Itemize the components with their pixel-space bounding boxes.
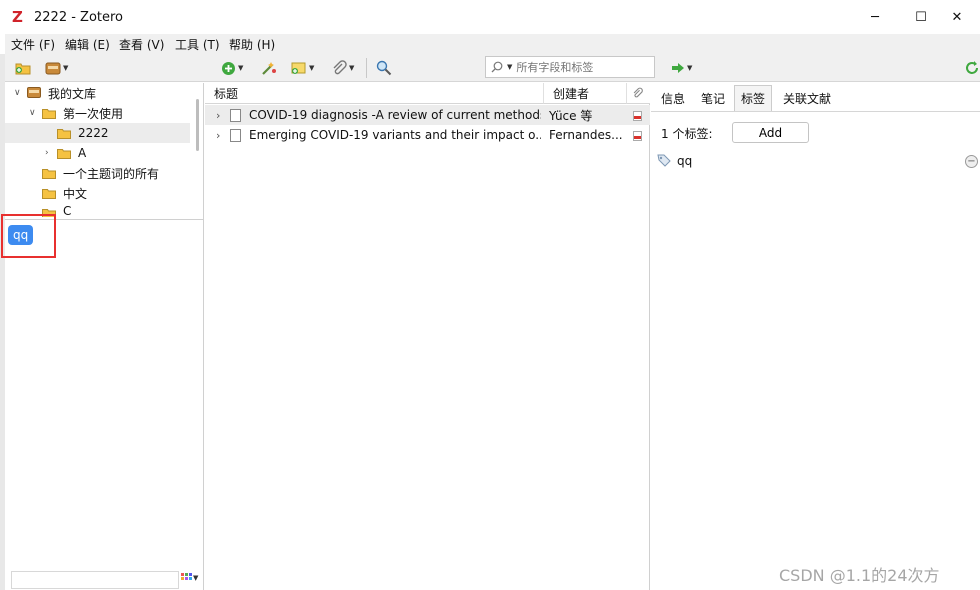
menu-view[interactable]: 查看 (V) xyxy=(119,36,164,53)
locate-button[interactable]: ▼ xyxy=(671,59,692,77)
item-creator: Yüce 等 xyxy=(549,108,593,123)
attachment-icon xyxy=(633,87,643,98)
menu-bar: 文件 (F) 编辑 (E) 查看 (V) 工具 (T) 帮助 (H) xyxy=(5,34,980,54)
tab-notes[interactable]: 笔记 xyxy=(694,85,732,111)
chevron-down-icon: ▼ xyxy=(687,64,693,72)
collection-label: 第一次使用 xyxy=(63,106,124,121)
locate-arrow-icon xyxy=(672,63,684,73)
search-mode-chevron-icon[interactable]: ▼ xyxy=(507,63,512,71)
tag-selector: qq xyxy=(5,219,204,569)
tag-colors-icon xyxy=(181,573,192,580)
new-collection-button[interactable] xyxy=(15,59,31,77)
new-item-button[interactable]: ▼ xyxy=(221,59,243,77)
collection-topic-all[interactable]: 一个主题词的所有 xyxy=(5,163,190,183)
collections-pane: ∨ 我的文库 ∨ 第一次使用 2222 › A 一个主题词的所有 中文 C qq… xyxy=(5,83,204,590)
library-icon xyxy=(27,87,41,98)
document-icon xyxy=(230,109,241,122)
chevron-right-icon[interactable]: › xyxy=(216,109,220,122)
zotero-logo-icon: Z xyxy=(12,8,23,26)
new-item-icon xyxy=(222,61,235,75)
chevron-down-icon: ▼ xyxy=(349,64,355,72)
new-library-button[interactable]: ▼ xyxy=(45,59,68,77)
folder-icon xyxy=(42,169,56,179)
watermark: CSDN @1.1的24次方 xyxy=(779,566,940,585)
item-title: COVID-19 diagnosis -A review of current … xyxy=(249,108,541,122)
tag-actions-button[interactable]: ▼ xyxy=(181,573,198,583)
tab-related[interactable]: 关联文献 xyxy=(776,85,838,111)
advanced-search-button[interactable] xyxy=(376,59,392,77)
chevron-down-icon: ▼ xyxy=(193,574,199,582)
attachment-button[interactable]: ▼ xyxy=(331,59,354,77)
search-icon xyxy=(491,61,503,73)
close-button[interactable]: ✕ xyxy=(934,0,980,34)
tab-info[interactable]: 信息 xyxy=(654,85,692,111)
new-note-button[interactable]: ▼ xyxy=(291,59,314,77)
tag-count-label: 1 个标签: xyxy=(661,127,713,141)
add-by-identifier-icon xyxy=(262,62,276,75)
collection-my-library[interactable]: ∨ 我的文库 xyxy=(5,83,190,103)
chevron-down-icon[interactable]: ∨ xyxy=(14,88,21,98)
collection-label: 2222 xyxy=(78,126,109,140)
search-field[interactable]: ▼ xyxy=(485,56,655,78)
menu-tools[interactable]: 工具 (T) xyxy=(175,36,220,53)
toolbar-divider xyxy=(366,58,367,78)
chevron-down-icon: ▼ xyxy=(309,64,315,72)
column-header-attachments[interactable] xyxy=(627,83,650,104)
collection-label: 一个主题词的所有 xyxy=(63,166,160,181)
add-by-identifier-button[interactable] xyxy=(261,59,277,77)
toolbar: ▼ ▼ ▼ ▼ ▼ ▼ xyxy=(5,54,980,82)
item-title: Emerging COVID-19 variants and their imp… xyxy=(249,128,541,142)
pdf-icon[interactable] xyxy=(633,111,642,121)
collection-2222[interactable]: 2222 xyxy=(5,123,190,143)
chevron-down-icon[interactable]: ∨ xyxy=(29,108,36,118)
new-note-icon xyxy=(291,62,306,74)
items-pane: 标题 创建者 › COVID-19 diagnosis -A review of… xyxy=(205,83,650,590)
collection-chinese[interactable]: 中文 xyxy=(5,183,190,203)
folder-icon xyxy=(42,189,56,199)
highlight-annotation-box xyxy=(1,214,56,258)
tag-filter-input[interactable] xyxy=(11,571,179,589)
search-input[interactable] xyxy=(516,60,647,74)
chevron-down-icon: ▼ xyxy=(63,64,69,72)
item-creator: Fernandes... xyxy=(549,128,623,142)
chevron-right-icon[interactable]: › xyxy=(45,148,49,158)
menu-edit[interactable]: 编辑 (E) xyxy=(65,36,110,53)
collection-label: 中文 xyxy=(63,186,88,201)
collection-a[interactable]: › A xyxy=(5,143,190,163)
advanced-search-icon xyxy=(376,60,392,76)
pdf-icon[interactable] xyxy=(633,131,642,141)
folder-icon xyxy=(57,149,71,159)
folder-icon xyxy=(42,109,56,119)
column-header-creator[interactable]: 创建者 xyxy=(544,83,627,104)
collection-label: C xyxy=(63,204,72,217)
column-header-title[interactable]: 标题 xyxy=(205,83,544,104)
sync-icon xyxy=(966,61,978,74)
collection-label: A xyxy=(78,146,87,160)
title-bar: Z 2222 - Zotero ─ ☐ ✕ xyxy=(0,0,980,34)
tag-icon xyxy=(657,154,671,167)
remove-tag-button[interactable]: − xyxy=(965,155,978,168)
add-tag-button[interactable]: Add xyxy=(732,122,809,143)
attachment-icon xyxy=(333,60,347,75)
chevron-right-icon[interactable]: › xyxy=(216,129,220,142)
document-icon xyxy=(230,129,241,142)
item-pane: 信息 笔记 标签 关联文献 1 个标签: Add qq − xyxy=(651,83,980,590)
tab-tags[interactable]: 标签 xyxy=(734,85,773,111)
menu-file[interactable]: 文件 (F) xyxy=(11,36,55,53)
chevron-down-icon: ▼ xyxy=(238,64,244,72)
tab-divider xyxy=(651,111,980,112)
new-library-icon xyxy=(45,62,61,75)
menu-help[interactable]: 帮助 (H) xyxy=(229,36,275,53)
item-row[interactable]: › Emerging COVID-19 variants and their i… xyxy=(205,125,650,145)
minimize-button[interactable]: ─ xyxy=(852,0,898,34)
folder-icon xyxy=(57,129,71,139)
collection-label: 我的文库 xyxy=(48,86,97,101)
collection-first-use[interactable]: ∨ 第一次使用 xyxy=(5,103,190,123)
item-tag-label[interactable]: qq xyxy=(677,154,692,168)
collections-scrollbar[interactable] xyxy=(196,99,199,151)
window-title: 2222 - Zotero xyxy=(34,10,124,25)
new-collection-icon xyxy=(15,63,31,75)
item-row[interactable]: › COVID-19 diagnosis -A review of curren… xyxy=(205,105,650,125)
sync-button[interactable] xyxy=(965,59,979,77)
